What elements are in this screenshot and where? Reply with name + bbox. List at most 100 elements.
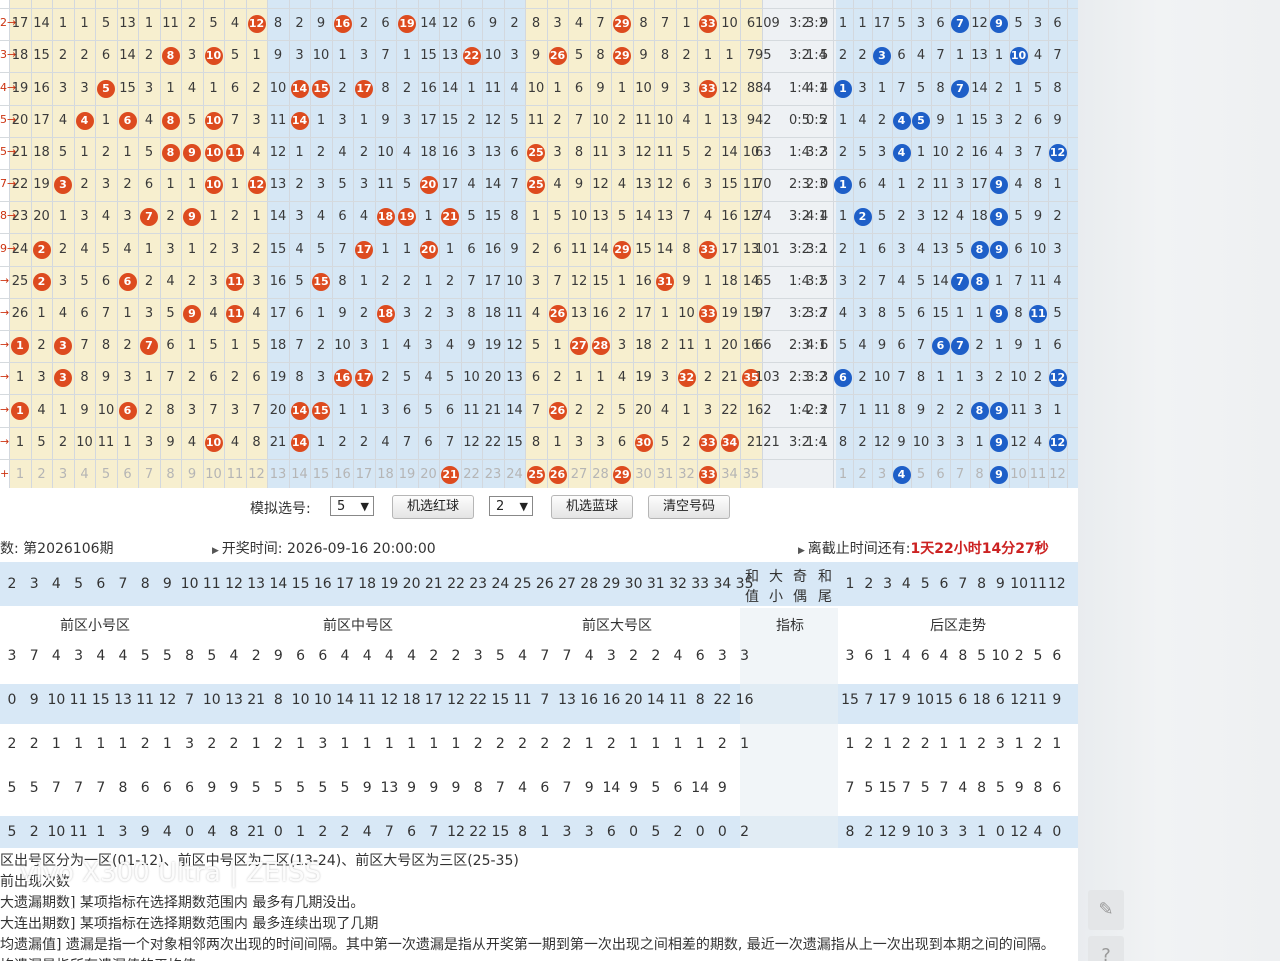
- omission-cell[interactable]: 22: [462, 467, 482, 482]
- stat-cell: 5: [162, 648, 172, 664]
- omission-cell[interactable]: 34: [720, 467, 740, 482]
- blue-count-select[interactable]: 2 ▼: [489, 496, 533, 516]
- column-header: 7: [118, 576, 128, 592]
- omission-cell[interactable]: 13: [268, 467, 288, 482]
- clear-numbers-button[interactable]: 清空号码: [648, 495, 730, 519]
- omission-cell[interactable]: 11: [1028, 467, 1048, 482]
- omission-cell: 3: [703, 402, 713, 418]
- omission-cell[interactable]: 6: [931, 467, 951, 482]
- omission-cell[interactable]: 15: [311, 467, 331, 482]
- omission-cell[interactable]: 3: [53, 467, 73, 482]
- omission-cell[interactable]: 6: [118, 467, 138, 482]
- red-ball[interactable]: 33: [699, 465, 717, 484]
- omission-cell: 1: [80, 16, 89, 32]
- stat-cell: 22: [469, 824, 488, 840]
- omission-cell: 4: [187, 80, 197, 96]
- omission-cell[interactable]: 1: [833, 467, 853, 482]
- omission-cell: 9: [1033, 209, 1043, 225]
- omission-cell[interactable]: 2: [853, 467, 873, 482]
- random-red-button[interactable]: 机选红球: [392, 495, 474, 519]
- omission-cell: 7: [510, 177, 519, 193]
- omission-cell[interactable]: 19: [397, 467, 417, 482]
- blue-ball[interactable]: 4: [892, 465, 911, 484]
- column-header: 2: [7, 576, 17, 592]
- omission-cell[interactable]: 32: [677, 467, 697, 482]
- omission-cell[interactable]: 23: [483, 467, 503, 482]
- omission-cell: 1: [1053, 402, 1062, 418]
- omission-cell: 14: [635, 209, 652, 225]
- omission-cell[interactable]: 12: [1048, 467, 1068, 482]
- omission-cell[interactable]: 14: [290, 467, 310, 482]
- red-ball[interactable]: 21: [441, 465, 459, 484]
- omission-cell[interactable]: 18: [376, 467, 396, 482]
- omission-cell[interactable]: 5: [911, 467, 931, 482]
- omission-cell: 6: [916, 305, 926, 321]
- omission-cell[interactable]: 16: [333, 467, 353, 482]
- red-ball: 25: [527, 143, 545, 162]
- red-ball: 17: [355, 240, 373, 259]
- omission-cell[interactable]: 7: [950, 467, 970, 482]
- omission-cell: 3: [916, 209, 926, 225]
- stat-cell: 2: [429, 648, 439, 664]
- omission-cell: 4: [1014, 177, 1023, 193]
- omission-cell[interactable]: 28: [591, 467, 611, 482]
- omission-cell[interactable]: 31: [655, 467, 675, 482]
- omission-cell: 3: [359, 338, 369, 354]
- omission-cell[interactable]: 3: [872, 467, 892, 482]
- red-ball[interactable]: 25: [527, 465, 545, 484]
- stat-cell: 8: [229, 824, 239, 840]
- desktop-background: [1078, 0, 1280, 961]
- stat-cell: 8: [845, 824, 855, 840]
- omission-cell[interactable]: 17: [354, 467, 374, 482]
- red-count-select[interactable]: 5 ▼: [330, 496, 374, 516]
- random-blue-button[interactable]: 机选蓝球: [551, 495, 633, 519]
- omission-cell: 7: [338, 241, 347, 257]
- omission-cell[interactable]: 11: [225, 467, 245, 482]
- omission-cell: 1: [682, 16, 691, 32]
- omission-cell: 2: [703, 144, 713, 160]
- red-ball[interactable]: 29: [613, 465, 631, 484]
- omission-cell[interactable]: 1: [10, 467, 30, 482]
- omission-cell[interactable]: 27: [569, 467, 589, 482]
- omission-cell: 1: [955, 370, 965, 386]
- omission-cell: 1: [703, 112, 713, 128]
- stat-cell: 4: [518, 648, 528, 664]
- pencil-icon[interactable]: ✎: [1088, 890, 1124, 930]
- omission-cell[interactable]: 24: [505, 467, 525, 482]
- omission-cell[interactable]: 20: [419, 467, 439, 482]
- omission-cell: 20: [484, 370, 502, 386]
- omission-cell: 7: [574, 112, 584, 128]
- stat-cell: 1: [118, 736, 128, 752]
- omission-cell[interactable]: 8: [161, 467, 181, 482]
- omission-cell: 7: [467, 273, 476, 289]
- omission-cell[interactable]: 8: [970, 467, 990, 482]
- omission-cell[interactable]: 9: [182, 467, 202, 482]
- omission-cell: 1: [381, 241, 390, 257]
- omission-cell[interactable]: 5: [96, 467, 116, 482]
- red-ball: 9: [183, 304, 201, 323]
- blue-ball[interactable]: 9: [990, 465, 1008, 484]
- omission-cell: 2: [209, 241, 218, 257]
- indicator-cell: 5: [820, 273, 829, 289]
- row-arrow: →: [0, 370, 10, 384]
- omission-cell: 3: [703, 177, 713, 193]
- blue-ball: 12: [1048, 143, 1067, 162]
- omission-cell[interactable]: 35: [741, 467, 761, 482]
- zone-title-small: 前区小号区: [60, 618, 130, 634]
- omission-cell: 4: [80, 241, 89, 257]
- blue-ball: 9: [990, 240, 1008, 259]
- omission-cell[interactable]: 7: [139, 467, 159, 482]
- red-ball[interactable]: 26: [548, 465, 567, 484]
- omission-cell: 5: [510, 112, 519, 128]
- stat-cell: 4: [407, 648, 417, 664]
- omission-cell: 5: [897, 305, 906, 321]
- help-icon[interactable]: ?: [1088, 936, 1124, 961]
- omission-cell[interactable]: 30: [634, 467, 654, 482]
- omission-cell[interactable]: 12: [247, 467, 267, 482]
- omission-cell[interactable]: 2: [32, 467, 52, 482]
- omission-cell: 7: [295, 338, 304, 354]
- omission-cell: 2: [877, 112, 887, 128]
- omission-cell[interactable]: 10: [1009, 467, 1029, 482]
- omission-cell[interactable]: 10: [204, 467, 224, 482]
- omission-cell[interactable]: 4: [75, 467, 95, 482]
